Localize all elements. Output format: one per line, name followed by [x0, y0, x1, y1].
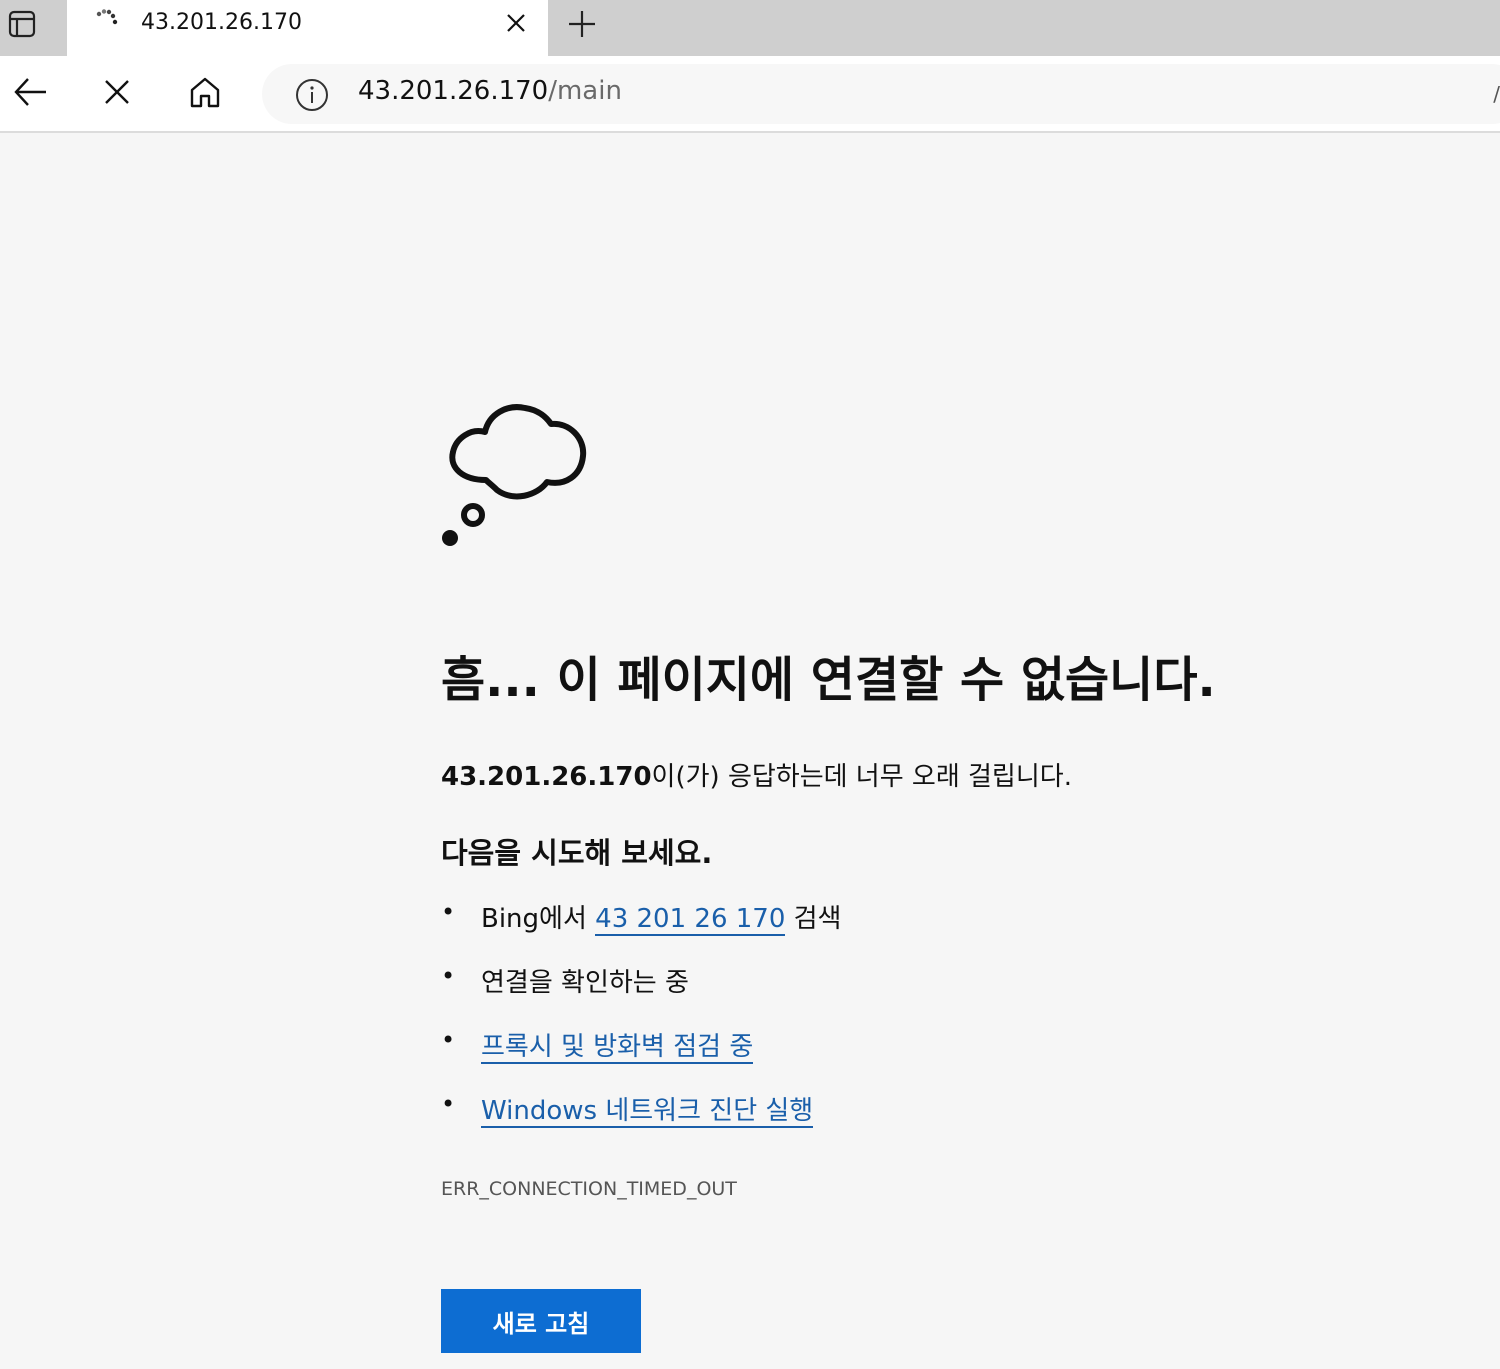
list-item: • 프록시 및 방화벽 점검 중	[441, 1026, 841, 1090]
error-description: 43.201.26.170이(가) 응답하는데 너무 오래 걸립니다.	[441, 756, 1072, 793]
toolbar: 43.201.26.170/main /	[0, 56, 1500, 133]
bullet-icon: •	[441, 898, 456, 926]
stop-icon	[105, 80, 129, 104]
plus-icon	[569, 11, 595, 37]
error-code: ERR_CONNECTION_TIMED_OUT	[441, 1178, 737, 1200]
bullet-icon: •	[441, 1026, 456, 1054]
bing-prefix: Bing에서	[481, 904, 596, 934]
active-tab[interactable]: 43.201.26.170	[67, 0, 548, 56]
thought-cloud-icon	[442, 404, 587, 546]
try-heading: 다음을 시도해 보세요.	[441, 836, 713, 870]
url-text[interactable]: 43.201.26.170/main	[358, 76, 622, 106]
error-description-text: 이(가) 응답하는데 너무 오래 걸립니다.	[651, 762, 1072, 792]
tab-actions-icon[interactable]	[4, 6, 40, 42]
address-bar[interactable]: 43.201.26.170/main	[262, 64, 1500, 124]
back-button[interactable]	[8, 70, 52, 114]
close-icon[interactable]	[503, 10, 529, 36]
suggestion-list: • Bing에서 43 201 26 170 검색 • 연결을 확인하는 중 •…	[441, 898, 841, 1154]
reload-button[interactable]: 새로 고침	[441, 1289, 641, 1353]
new-tab-button[interactable]	[564, 6, 600, 42]
tab-title: 43.201.26.170	[141, 10, 302, 35]
error-heading: 흠... 이 페이지에 연결할 수 없습니다.	[441, 652, 1216, 708]
bullet-icon: •	[441, 962, 456, 990]
home-icon	[190, 77, 220, 108]
info-icon[interactable]	[294, 77, 330, 113]
bullet-icon: •	[441, 1090, 456, 1118]
back-arrow-icon	[14, 78, 46, 106]
bing-search-link[interactable]: 43 201 26 170	[595, 904, 786, 936]
list-item: • Windows 네트워크 진단 실행	[441, 1090, 841, 1154]
error-host: 43.201.26.170	[441, 762, 652, 792]
list-item: • 연결을 확인하는 중	[441, 962, 841, 1026]
home-button[interactable]	[183, 70, 227, 114]
list-item: • Bing에서 43 201 26 170 검색	[441, 898, 841, 962]
proxy-firewall-link[interactable]: 프록시 및 방화벽 점검 중	[481, 1032, 754, 1064]
clipped-toolbar-glyph: /	[1493, 82, 1500, 106]
check-connection-text: 연결을 확인하는 중	[481, 968, 689, 998]
network-diagnostics-link[interactable]: Windows 네트워크 진단 실행	[481, 1096, 814, 1128]
tab-strip: 43.201.26.170	[0, 0, 1500, 56]
stop-button[interactable]	[95, 70, 139, 114]
url-host: 43.201.26.170	[358, 76, 549, 106]
loading-spinner-icon	[94, 6, 122, 34]
bing-suffix: 검색	[785, 904, 842, 934]
url-path: /main	[548, 76, 622, 106]
